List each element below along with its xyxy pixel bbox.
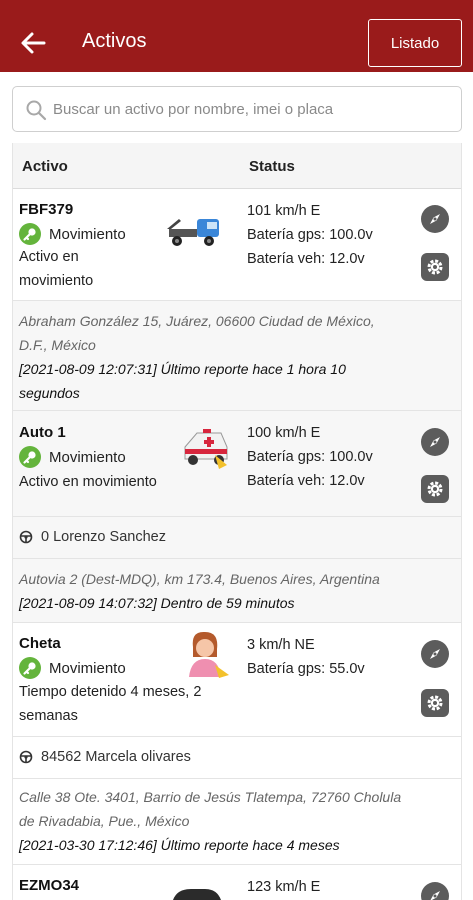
- asset-state: Movimiento: [19, 657, 126, 679]
- asset-description: Tiempo detenido 4 meses, 2 semanas: [19, 684, 202, 724]
- asset-description: Activo en movimiento: [19, 249, 94, 289]
- column-header-status: Status: [249, 158, 295, 175]
- table-header: Activo Status: [13, 143, 461, 189]
- asset-row[interactable]: Cheta Movimiento Tiempo detenido 4 meses…: [13, 623, 461, 737]
- car-icon: [173, 889, 221, 900]
- battery-gps: Batería gps: 100.0v: [247, 449, 373, 465]
- gear-icon: [427, 481, 443, 497]
- listado-button[interactable]: Listado: [368, 19, 462, 67]
- tow-truck-icon: [167, 219, 219, 246]
- asset-name: FBF379: [19, 201, 74, 218]
- compass-button[interactable]: [421, 428, 449, 456]
- compass-icon: [430, 649, 440, 659]
- battery-gps: Batería gps: 55.0v: [247, 661, 365, 677]
- assets-table: Activo Status FBF379 Movimiento Activo e…: [12, 143, 462, 900]
- search-icon: [26, 100, 47, 121]
- driver-name: 84562 Marcela olivares: [41, 749, 191, 765]
- ambulance-icon: [184, 429, 228, 469]
- asset-address-row: Autovia 2 (Dest-MDQ), km 173.4, Buenos A…: [13, 559, 461, 623]
- driver-row: 84562 Marcela olivares: [13, 737, 461, 779]
- battery-gps: Batería gps: 100.0v: [247, 227, 373, 243]
- key-icon: [19, 657, 41, 679]
- asset-address: Autovia 2 (Dest-MDQ), km 173.4, Buenos A…: [19, 567, 451, 615]
- asset-row[interactable]: Auto 1 Movimiento Activo en movimiento 1…: [13, 411, 461, 517]
- compass-icon: [430, 214, 440, 224]
- search-box: [12, 86, 462, 132]
- compass-icon: [430, 437, 440, 447]
- gear-icon: [427, 695, 443, 711]
- person-icon: [189, 631, 229, 678]
- asset-row[interactable]: EZMO34 123 km/h E: [13, 865, 461, 900]
- compass-button[interactable]: [421, 882, 449, 900]
- asset-name: Cheta: [19, 635, 61, 652]
- settings-button[interactable]: [421, 689, 449, 717]
- page-title: Activos: [82, 30, 147, 52]
- speed: 100 km/h E: [247, 425, 321, 441]
- asset-address: Calle 38 Ote. 3401, Barrio de Jesús Tlat…: [19, 785, 451, 857]
- compass-button[interactable]: [421, 640, 449, 668]
- driver-info: 0 Lorenzo Sanchez: [19, 529, 166, 545]
- asset-address-row: Abraham González 15, Juárez, 06600 Ciuda…: [13, 301, 461, 411]
- column-header-activo: Activo: [22, 158, 68, 175]
- driver-row: 0 Lorenzo Sanchez: [13, 517, 461, 559]
- asset-row[interactable]: FBF379 Movimiento Activo en movimiento 1…: [13, 189, 461, 301]
- battery-vehicle: Batería veh: 12.0v: [247, 473, 365, 489]
- battery-vehicle: Batería veh: 12.0v: [247, 251, 365, 267]
- asset-state: Movimiento: [19, 446, 126, 468]
- speed: 3 km/h NE: [247, 637, 315, 653]
- asset-name: EZMO34: [19, 877, 80, 894]
- search-input[interactable]: [53, 87, 453, 131]
- steering-wheel-icon: [19, 530, 33, 544]
- speed: 123 km/h E: [247, 879, 321, 895]
- key-icon: [19, 223, 41, 245]
- last-report: [2021-03-30 17:12:46] Último reporte hac…: [19, 837, 340, 853]
- settings-button[interactable]: [421, 253, 449, 281]
- driver-info: 84562 Marcela olivares: [19, 749, 191, 765]
- back-arrow-icon[interactable]: [18, 28, 48, 58]
- steering-wheel-icon: [19, 750, 33, 764]
- speed: 101 km/h E: [247, 203, 321, 219]
- app-header: Activos Listado: [0, 0, 473, 72]
- last-report: [2021-08-09 14:07:32] Dentro de 59 minut…: [19, 595, 295, 611]
- gear-icon: [427, 259, 443, 275]
- compass-icon: [430, 891, 440, 900]
- asset-state: Movimiento: [19, 223, 126, 245]
- driver-name: 0 Lorenzo Sanchez: [41, 529, 166, 545]
- compass-button[interactable]: [421, 205, 449, 233]
- asset-name: Auto 1: [19, 424, 66, 441]
- settings-button[interactable]: [421, 475, 449, 503]
- asset-address-row: Calle 38 Ote. 3401, Barrio de Jesús Tlat…: [13, 779, 461, 865]
- asset-address: Abraham González 15, Juárez, 06600 Ciuda…: [19, 309, 451, 405]
- asset-description: Activo en movimiento: [19, 474, 157, 490]
- key-icon: [19, 446, 41, 468]
- last-report: [2021-08-09 12:07:31] Último reporte hac…: [19, 361, 346, 377]
